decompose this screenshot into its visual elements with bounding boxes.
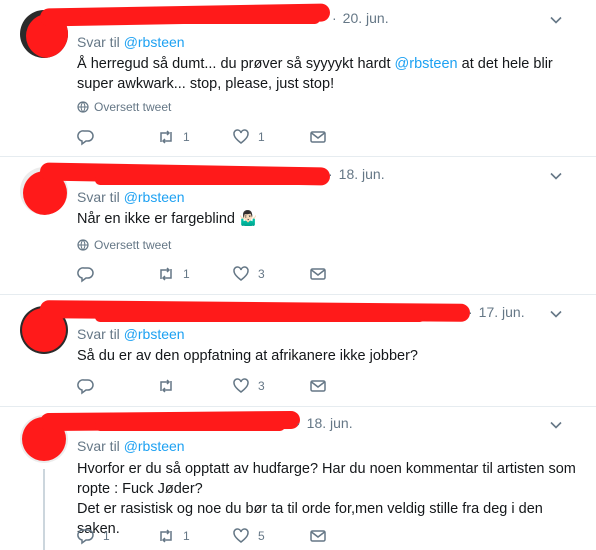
redaction-mark xyxy=(95,312,425,322)
dm-icon xyxy=(310,268,326,280)
translate-link[interactable]: Oversett tweet xyxy=(77,100,171,114)
tweet-actions: 3 xyxy=(77,377,377,397)
tweet-actions: 1 1 5 xyxy=(77,527,377,547)
globe-icon xyxy=(77,239,89,251)
redaction-mark xyxy=(80,14,320,24)
dm-icon xyxy=(310,530,326,542)
chevron-down-icon[interactable] xyxy=(548,306,564,322)
reply-icon xyxy=(77,379,94,395)
tweet-date[interactable]: · 18. jun. xyxy=(328,166,385,182)
reply-icon xyxy=(77,267,94,283)
reply-button[interactable] xyxy=(77,377,103,395)
dm-button[interactable] xyxy=(309,527,327,545)
reply-button[interactable] xyxy=(77,265,103,283)
tweet[interactable]: · 18. jun. Svar til @rbsteen Hvorfor er d… xyxy=(0,407,596,550)
like-icon xyxy=(233,528,249,543)
retweet-button[interactable]: 1 xyxy=(157,128,190,146)
retweet-button[interactable]: 1 xyxy=(157,265,190,283)
thread-line xyxy=(43,469,45,550)
reply-button[interactable] xyxy=(77,128,103,146)
replying-handle[interactable]: @rbsteen xyxy=(124,189,185,205)
reply-icon xyxy=(77,529,94,545)
tweet[interactable]: · 17. jun. Svar til @rbsteen Så du er av … xyxy=(0,295,596,407)
like-button[interactable]: 3 xyxy=(232,377,265,395)
retweet-icon xyxy=(160,529,172,543)
tweet-actions: 1 1 xyxy=(77,128,377,148)
tweet-date[interactable]: · 18. jun. xyxy=(296,415,353,431)
like-button[interactable]: 3 xyxy=(232,265,265,283)
reply-icon xyxy=(77,130,94,146)
retweet-icon xyxy=(160,267,172,281)
like-button[interactable]: 1 xyxy=(232,128,265,146)
replying-to: Svar til @rbsteen xyxy=(77,34,185,50)
replying-to: Svar til @rbsteen xyxy=(77,189,185,205)
replying-handle[interactable]: @rbsteen xyxy=(124,438,185,454)
dm-icon xyxy=(310,131,326,143)
replying-to: Svar til @rbsteen xyxy=(77,326,185,342)
translate-link[interactable]: Oversett tweet xyxy=(77,238,171,252)
tweet[interactable]: · 20. jun. Svar til @rbsteen Å herregud s… xyxy=(0,0,596,157)
tweet-text: Så du er av den oppfatning at afrikanere… xyxy=(77,348,418,364)
dm-button[interactable] xyxy=(309,377,327,395)
like-icon xyxy=(233,266,249,281)
tweet-date[interactable]: · 20. jun. xyxy=(332,10,389,26)
dm-button[interactable] xyxy=(309,265,327,283)
retweet-button[interactable] xyxy=(157,377,183,395)
retweet-icon xyxy=(160,130,172,144)
dm-icon xyxy=(310,380,326,392)
redaction-mark xyxy=(95,175,325,185)
like-icon xyxy=(233,378,249,393)
replying-handle[interactable]: @rbsteen xyxy=(124,326,185,342)
chevron-down-icon[interactable] xyxy=(548,12,564,28)
replying-to: Svar til @rbsteen xyxy=(77,438,185,454)
redaction-mark xyxy=(95,421,285,431)
replying-handle[interactable]: @rbsteen xyxy=(124,34,185,50)
tweet-text: Når en ikke er fargeblind 🤷🏻‍♂️ xyxy=(77,211,258,227)
tweet[interactable]: · 18. jun. Svar til @rbsteen Når en ikke … xyxy=(0,157,596,295)
like-button[interactable]: 5 xyxy=(232,527,265,545)
chevron-down-icon[interactable] xyxy=(548,417,564,433)
reply-button[interactable]: 1 xyxy=(77,527,110,545)
retweet-icon xyxy=(160,379,172,393)
like-icon xyxy=(233,129,249,144)
mention-link[interactable]: @rbsteen xyxy=(395,56,458,72)
tweet-text-line: Hvorfor er du så opptatt av hudfarge? Ha… xyxy=(77,461,576,497)
tweet-actions: 1 3 xyxy=(77,265,377,285)
tweet-date[interactable]: · 17. jun. xyxy=(468,304,525,320)
retweet-button[interactable]: 1 xyxy=(157,527,190,545)
globe-icon xyxy=(77,101,89,113)
tweet-text: Å herregud så dumt... du prøver så syyyy… xyxy=(77,56,553,92)
chevron-down-icon[interactable] xyxy=(548,168,564,184)
dm-button[interactable] xyxy=(309,128,327,146)
